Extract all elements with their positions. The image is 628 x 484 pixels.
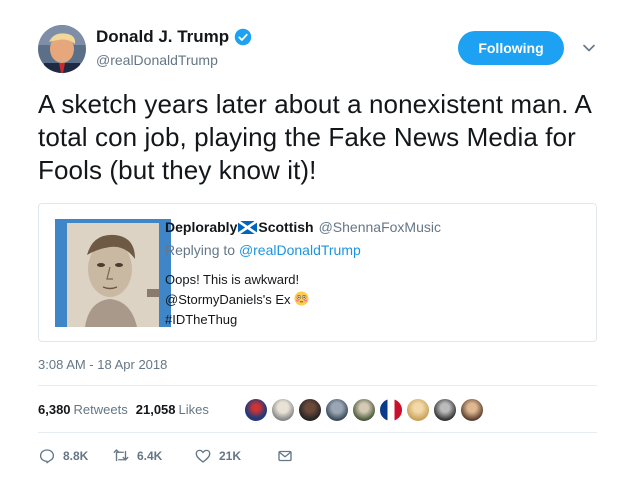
quoted-author-handle: @ShennaFoxMusic <box>318 219 441 235</box>
quoted-tweet-image[interactable] <box>55 219 171 327</box>
divider <box>38 432 597 433</box>
liker-avatar[interactable] <box>298 398 322 422</box>
like-action[interactable]: 21K <box>194 447 276 465</box>
tweet-text: A sketch years later about a nonexistent… <box>38 89 591 185</box>
retweet-count: 6.4K <box>137 449 163 463</box>
quoted-line-2: @StormyDaniels's Ex <box>165 292 291 307</box>
author-handle[interactable]: @realDonaldTrump <box>96 52 218 68</box>
quoted-author-name-part2: Scottish <box>258 219 314 235</box>
retweet-icon <box>113 449 129 462</box>
quoted-hashtag[interactable]: #IDTheThug <box>165 310 309 330</box>
author-avatar[interactable] <box>38 25 86 73</box>
reply-count: 8.8K <box>63 449 89 463</box>
quoted-tweet[interactable]: Deplorably Scottish @ShennaFoxMusic Repl… <box>38 203 597 342</box>
reply-action[interactable]: 8.8K <box>38 447 112 465</box>
liker-avatar[interactable] <box>460 398 484 422</box>
tweet-stats: 6,380 Retweets 21,058 Likes <box>38 402 217 417</box>
liker-avatar[interactable] <box>433 398 457 422</box>
retweets-count[interactable]: 6,380 <box>38 402 71 417</box>
liker-avatar[interactable] <box>352 398 376 422</box>
flushed-face-emoji-icon <box>294 291 309 306</box>
author-name-text[interactable]: Donald J. Trump <box>96 27 229 47</box>
liker-avatars <box>244 398 487 422</box>
retweets-label[interactable]: Retweets <box>74 402 128 417</box>
reply-prefix: Replying to <box>165 242 236 258</box>
reply-icon <box>39 449 55 464</box>
liker-avatar[interactable] <box>325 398 349 422</box>
following-button[interactable]: Following <box>458 31 564 65</box>
chevron-down-icon[interactable] <box>579 38 599 58</box>
reply-to-link[interactable]: @realDonaldTrump <box>239 242 361 258</box>
tweet-actions: 8.8K 6.4K 21K <box>38 447 301 465</box>
quoted-author-name-part1: Deplorably <box>165 219 238 235</box>
envelope-icon <box>278 450 292 462</box>
quoted-reply-context: Replying to @realDonaldTrump <box>165 242 361 258</box>
retweet-action[interactable]: 6.4K <box>112 447 194 465</box>
likes-label[interactable]: Likes <box>179 402 209 417</box>
like-count: 21K <box>219 449 242 463</box>
scotland-flag-icon <box>238 220 258 234</box>
quoted-tweet-text: Oops! This is awkward! @StormyDaniels's … <box>165 270 309 330</box>
quoted-line-2-row: @StormyDaniels's Ex <box>165 290 309 310</box>
likes-count[interactable]: 21,058 <box>136 402 176 417</box>
liker-avatar[interactable] <box>271 398 295 422</box>
quoted-line-1: Oops! This is awkward! <box>165 272 300 287</box>
heart-icon <box>195 449 211 463</box>
liker-avatar[interactable] <box>406 398 430 422</box>
liker-avatar[interactable] <box>379 398 403 422</box>
author-name[interactable]: Donald J. Trump <box>96 27 252 47</box>
liker-avatar[interactable] <box>244 398 268 422</box>
direct-message-action[interactable] <box>276 447 301 465</box>
tweet-timestamp[interactable]: 3:08 AM - 18 Apr 2018 <box>38 357 167 372</box>
verified-badge-icon <box>234 28 252 46</box>
divider <box>38 385 597 386</box>
quoted-author-name[interactable]: Deplorably Scottish @ShennaFoxMusic <box>165 219 441 235</box>
